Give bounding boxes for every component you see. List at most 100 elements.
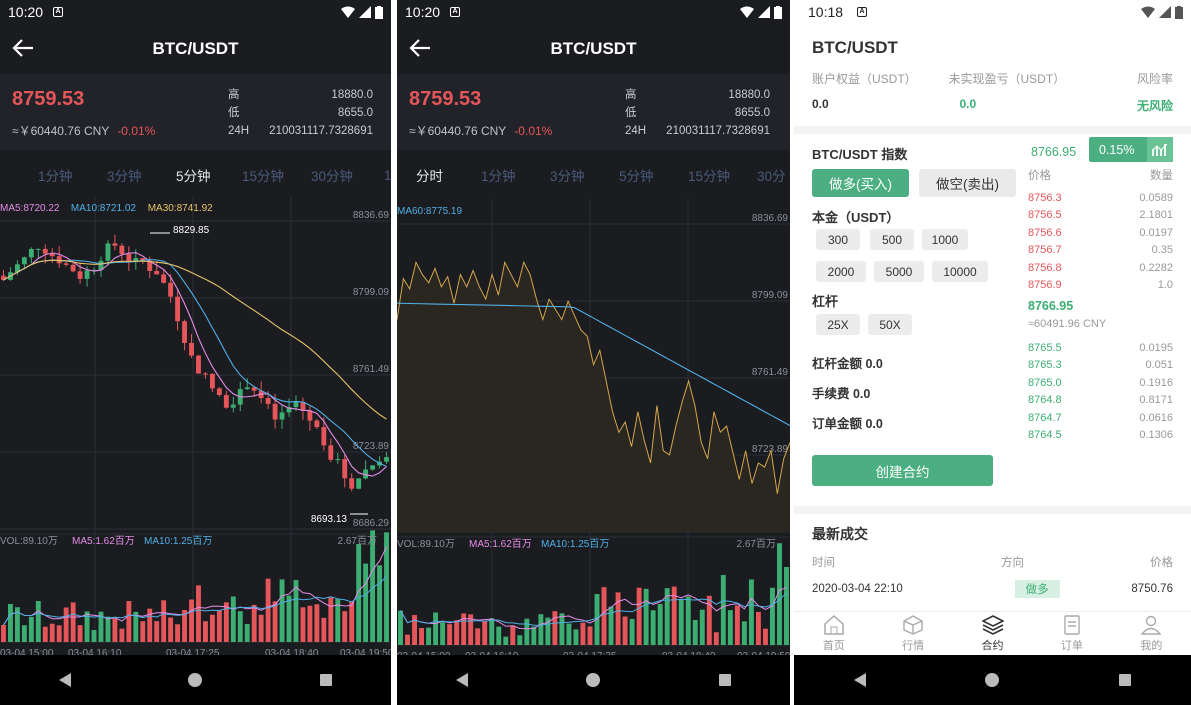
leverage-chip-50x[interactable]: 50X (868, 314, 912, 335)
timeshare-line-chart[interactable]: 8836.698799.098761.498723.898686.2903-04… (397, 199, 790, 659)
candle-body (112, 243, 118, 246)
tab-orders[interactable]: 订单 (1032, 612, 1111, 655)
home-nav-icon[interactable] (586, 673, 601, 687)
orderbook-row[interactable]: 8765.0 0.1916 (1028, 375, 1173, 392)
candle-body (223, 394, 229, 408)
tab-5min[interactable]: 5分钟 (619, 165, 688, 185)
back-nav-icon[interactable] (456, 673, 469, 687)
orderbook-price: 8756.8 (1028, 261, 1062, 274)
volume-bar (168, 617, 174, 642)
volume-bar (56, 625, 62, 642)
recents-nav-icon[interactable] (718, 674, 731, 686)
volume-legend: MA5:1.62百万 (72, 535, 135, 547)
orderbook-price: 8765.0 (1028, 376, 1062, 389)
battery-icon (774, 5, 782, 19)
volume-bar (447, 624, 453, 645)
volume-bar (28, 616, 34, 642)
volume-bar (734, 605, 740, 645)
tab-15min[interactable]: 15分钟 (242, 165, 311, 185)
volume-bar (769, 587, 775, 645)
amount-chip-500[interactable]: 500 (870, 229, 914, 250)
sell-short-button[interactable]: 做空(卖出) (919, 169, 1016, 197)
volume-bar (49, 623, 55, 642)
volume-bar (42, 626, 48, 642)
tab-1h[interactable]: 1 (384, 168, 391, 183)
tab-1min[interactable]: 1分钟 (38, 165, 107, 185)
volume-bar (566, 623, 572, 645)
chart-icon[interactable] (1147, 137, 1173, 162)
y-tick-label: 8799.09 (752, 290, 789, 301)
recent-trades-title: 最新成交 (812, 526, 868, 542)
tab-3min[interactable]: 3分钟 (107, 165, 176, 185)
recents-nav-icon[interactable] (1119, 674, 1132, 686)
volume-bar (482, 621, 488, 645)
volume-bar (496, 626, 502, 645)
volume-bar (755, 611, 761, 645)
recents-nav-icon[interactable] (320, 674, 333, 686)
orderbook-row[interactable]: 8756.9 1.0 (1028, 277, 1173, 294)
orderbook-price: 8756.5 (1028, 209, 1062, 222)
volume-bar (433, 612, 439, 645)
back-arrow-icon[interactable] (409, 38, 431, 62)
tab-market-label: 行情 (902, 639, 925, 652)
volume-bar (216, 610, 222, 642)
amount-chip-2000[interactable]: 2000 (816, 261, 866, 282)
candlestick-chart[interactable]: 8836.698799.098761.498723.898686.2903-04… (0, 196, 391, 656)
tab-contract[interactable]: 合约 (953, 612, 1032, 655)
volume-bar (258, 614, 264, 642)
orderbook-row[interactable]: 8756.5 2.1801 (1028, 207, 1173, 224)
tab-30min[interactable]: 30分钟 (311, 165, 384, 185)
leverage-amount: 杠杆金额 0.0 (812, 357, 883, 371)
volume-bar (412, 615, 418, 645)
orderbook-row[interactable]: 8764.7 0.0616 (1028, 410, 1173, 427)
orderbook-row[interactable]: 8756.6 0.0197 (1028, 225, 1173, 242)
leverage-chip-25x[interactable]: 25X (816, 314, 860, 335)
orderbook-row[interactable]: 8756.7 0.35 (1028, 242, 1173, 259)
amount-chip-1000[interactable]: 1000 (922, 229, 968, 250)
create-contract-button[interactable]: 创建合约 (812, 455, 993, 486)
orderbook-row[interactable]: 8756.3 0.0589 (1028, 190, 1173, 207)
tab-3min[interactable]: 3分钟 (550, 165, 619, 185)
amount-chip-5000[interactable]: 5000 (874, 261, 924, 282)
volume-bar (454, 620, 460, 645)
volume-bar (587, 626, 593, 645)
home-icon (823, 614, 844, 635)
max-price-label: 8829.85 (173, 225, 210, 236)
low-label: 低 (228, 107, 240, 119)
orderbook-row[interactable]: 8765.3 0.051 (1028, 357, 1173, 374)
home-nav-icon[interactable] (985, 673, 1000, 687)
buy-long-button[interactable]: 做多(买入) (812, 169, 909, 197)
home-nav-icon[interactable] (188, 673, 203, 687)
tab-1min[interactable]: 1分钟 (481, 165, 550, 185)
equity-label: 账户权益（USDT） (812, 72, 917, 86)
volume-bar (70, 602, 76, 642)
volume-legend: VOL:89.10万 (0, 536, 58, 547)
amount-chip-10000[interactable]: 10000 (932, 261, 988, 282)
back-nav-icon[interactable] (58, 673, 71, 687)
tab-15min[interactable]: 15分钟 (688, 165, 757, 185)
volume-bar (251, 604, 257, 642)
tab-home[interactable]: 首页 (794, 612, 873, 655)
orderbook-row[interactable]: 8756.8 0.2282 (1028, 260, 1173, 277)
orderbook-qty: 1.0 (1157, 279, 1173, 292)
orderbook-row[interactable]: 8765.5 0.0195 (1028, 340, 1173, 357)
index-change-badge[interactable]: 0.15% (1089, 137, 1173, 162)
y-tick-label: 8836.69 (752, 213, 789, 224)
amount-chip-300[interactable]: 300 (816, 229, 860, 250)
orderbook-row[interactable]: 8764.5 0.1306 (1028, 427, 1173, 444)
back-nav-icon[interactable] (853, 673, 866, 687)
candle-body (196, 355, 201, 374)
candle-body (168, 282, 174, 297)
volume-bar (657, 604, 663, 645)
back-arrow-icon[interactable] (12, 38, 34, 62)
tab-timeshare[interactable]: 分时 (416, 165, 481, 185)
tab-market[interactable]: 行情 (873, 612, 952, 655)
tab-profile[interactable]: 我的 (1112, 612, 1191, 655)
orderbook-row[interactable]: 8764.8 0.8171 (1028, 392, 1173, 409)
notification-icon: A (53, 7, 64, 17)
tab-30min[interactable]: 30分 (757, 165, 786, 185)
volume-bar (398, 610, 403, 645)
page-title: BTC/USDT (152, 39, 239, 58)
tab-5min[interactable]: 5分钟 (176, 165, 242, 185)
trade-time: 2020-03-04 22:10 (812, 583, 903, 595)
